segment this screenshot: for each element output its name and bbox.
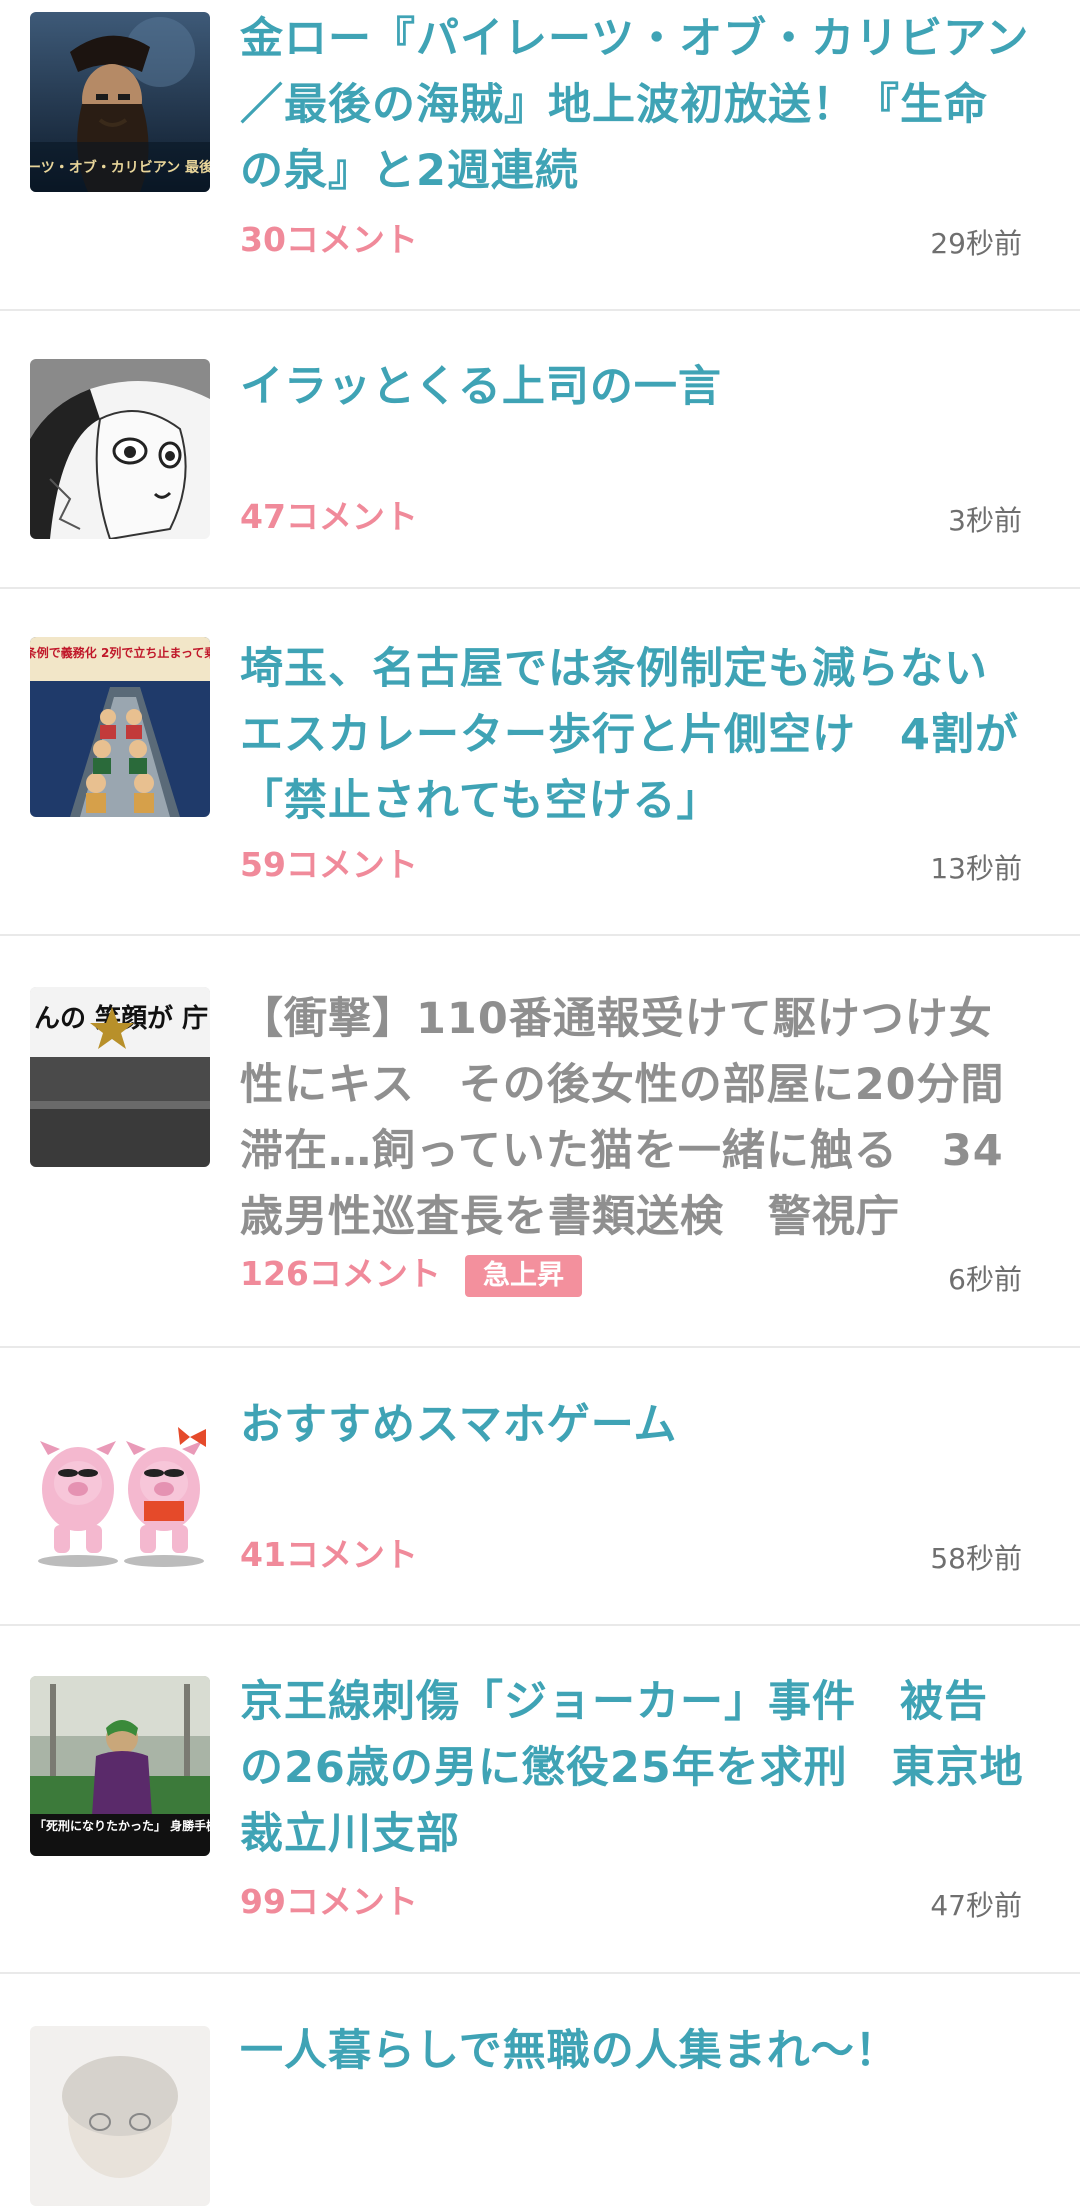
- thumbnail-image[interactable]: 埼玉県条例で義務化 2列で立ち止まって乗ろう!!: [30, 637, 210, 817]
- article-title[interactable]: イラッとくる上司の一言: [240, 354, 1030, 420]
- list-item[interactable]: イラッとくる上司の一言 47コメント 3秒前: [0, 311, 1080, 589]
- list-item[interactable]: 埼玉県条例で義務化 2列で立ち止まって乗ろう!! 埼玉、: [0, 589, 1080, 936]
- comment-count[interactable]: 30コメント: [240, 220, 418, 260]
- timestamp: 47秒前: [930, 1889, 1022, 1922]
- article-title[interactable]: 金ロー『パイレーツ・オブ・カリビアン／最後の海賊』地上波初放送！『生命の泉』と2…: [240, 6, 1030, 204]
- thumbnail-image[interactable]: んの 笑顔が 庁 高 輪 警 察: [30, 987, 210, 1167]
- list-item[interactable]: パイレーツ・オブ・カリビアン 最後の海賊 金ロー『パイレーツ・オブ・カリビアン／…: [0, 0, 1080, 311]
- comment-count[interactable]: 59コメント: [240, 845, 418, 885]
- list-item[interactable]: 一人暮らしで無職の人集まれ〜！: [0, 1974, 1080, 2206]
- thumbnail-image[interactable]: 「死刑になりたかった」 身勝手極まりない 懲役25: [30, 1676, 210, 1856]
- article-title[interactable]: 埼玉、名古屋では条例制定も減らないエスカレーター歩行と片側空け 4割が「禁止され…: [240, 636, 1030, 834]
- list-item[interactable]: んの 笑顔が 庁 高 輪 警 察 【衝撃】110番通報受けて駆けつけ女性にキス …: [0, 936, 1080, 1348]
- article-title[interactable]: おすすめスマホゲーム: [240, 1392, 1030, 1458]
- list-item[interactable]: おすすめスマホゲーム 41コメント 58秒前: [0, 1348, 1080, 1626]
- comment-count[interactable]: 47コメント: [240, 497, 418, 537]
- thumbnail-image[interactable]: [30, 1397, 210, 1577]
- article-title[interactable]: 【衝撃】110番通報受けて駆けつけ女性にキス その後女性の部屋に20分間滞在…飼…: [240, 986, 1030, 1250]
- thumbnail-caption: 「死刑になりたかった」 身勝手極まりない 懲役25: [34, 1818, 210, 1833]
- timestamp: 13秒前: [930, 852, 1022, 885]
- timestamp: 3秒前: [948, 504, 1022, 537]
- thumbnail-caption: パイレーツ・オブ・カリビアン 最後の海賊: [30, 159, 210, 176]
- comment-count[interactable]: 99コメント: [240, 1882, 418, 1922]
- comment-count[interactable]: 41コメント: [240, 1535, 418, 1575]
- thumbnail-image[interactable]: [30, 359, 210, 539]
- article-title[interactable]: 一人暮らしで無職の人集まれ〜！: [240, 2018, 1030, 2084]
- timestamp: 6秒前: [948, 1263, 1022, 1296]
- thumbnail-caption: 埼玉県条例で義務化 2列で立ち止まって乗ろう!!: [30, 645, 210, 660]
- article-title[interactable]: 京王線刺傷「ジョーカー」事件 被告の26歳の男に懲役25年を求刑 東京地裁立川支…: [240, 1669, 1030, 1867]
- timestamp: 29秒前: [930, 227, 1022, 260]
- thumbnail-image[interactable]: [30, 2026, 210, 2206]
- trending-badge: 急上昇: [465, 1255, 582, 1297]
- timestamp: 58秒前: [930, 1542, 1022, 1575]
- thumbnail-image[interactable]: パイレーツ・オブ・カリビアン 最後の海賊: [30, 12, 210, 192]
- comment-count[interactable]: 126コメント: [240, 1254, 441, 1294]
- list-item[interactable]: 「死刑になりたかった」 身勝手極まりない 懲役25 京王線刺傷「ジョーカー」事件…: [0, 1626, 1080, 1974]
